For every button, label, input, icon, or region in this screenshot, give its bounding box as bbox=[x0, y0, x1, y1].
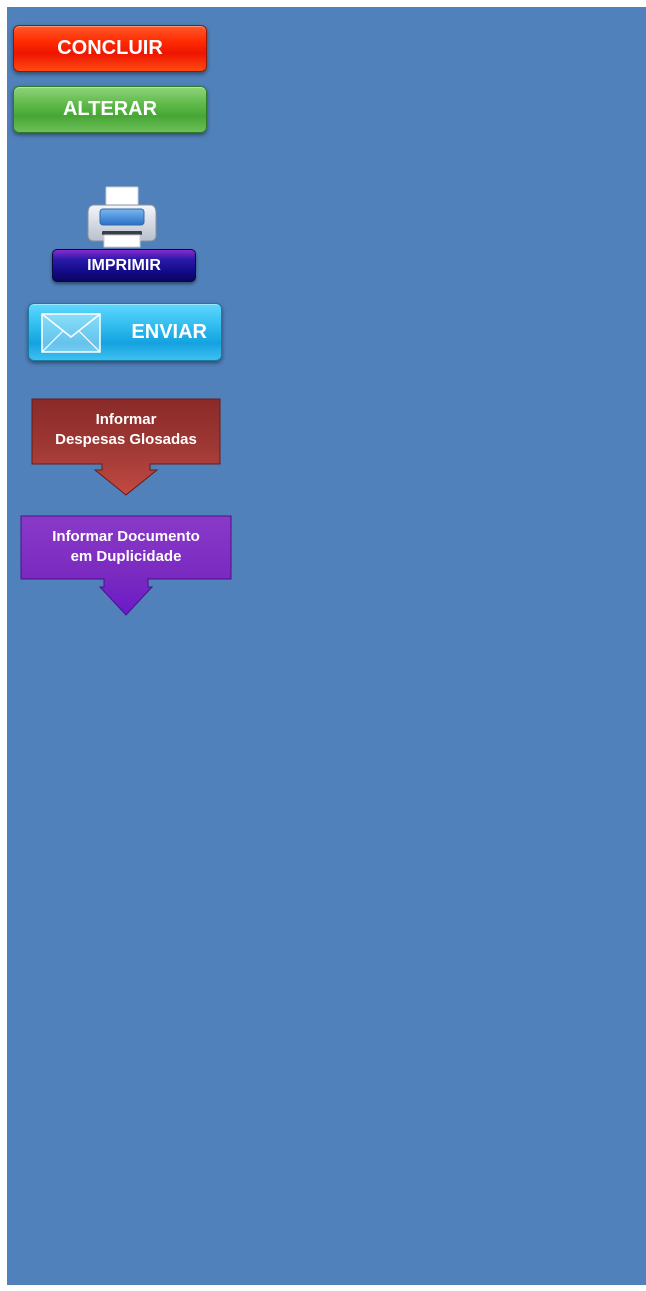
duplicidade-label-line1: Informar Documento bbox=[52, 528, 200, 545]
envelope-icon bbox=[41, 313, 101, 353]
glosadas-label: Informar Despesas Glosadas bbox=[31, 410, 221, 450]
informar-despesas-glosadas-button[interactable]: Informar Despesas Glosadas bbox=[31, 398, 221, 496]
alterar-button[interactable]: ALTERAR bbox=[13, 86, 207, 133]
informar-documento-duplicidade-button[interactable]: Informar Documento em Duplicidade bbox=[20, 515, 232, 616]
concluir-button[interactable]: CONCLUIR bbox=[13, 25, 207, 72]
duplicidade-label-line2: em Duplicidade bbox=[70, 548, 182, 565]
enviar-label: ENVIAR bbox=[131, 320, 207, 343]
duplicidade-label: Informar Documento em Duplicidade bbox=[20, 527, 232, 567]
glosadas-label-line1: Informar bbox=[95, 411, 157, 428]
imprimir-button[interactable]: IMPRIMIR bbox=[52, 249, 196, 282]
enviar-button[interactable]: ENVIAR bbox=[28, 303, 222, 361]
printer-icon[interactable] bbox=[86, 185, 158, 251]
glosadas-label-line2: Despesas Glosadas bbox=[55, 431, 197, 448]
